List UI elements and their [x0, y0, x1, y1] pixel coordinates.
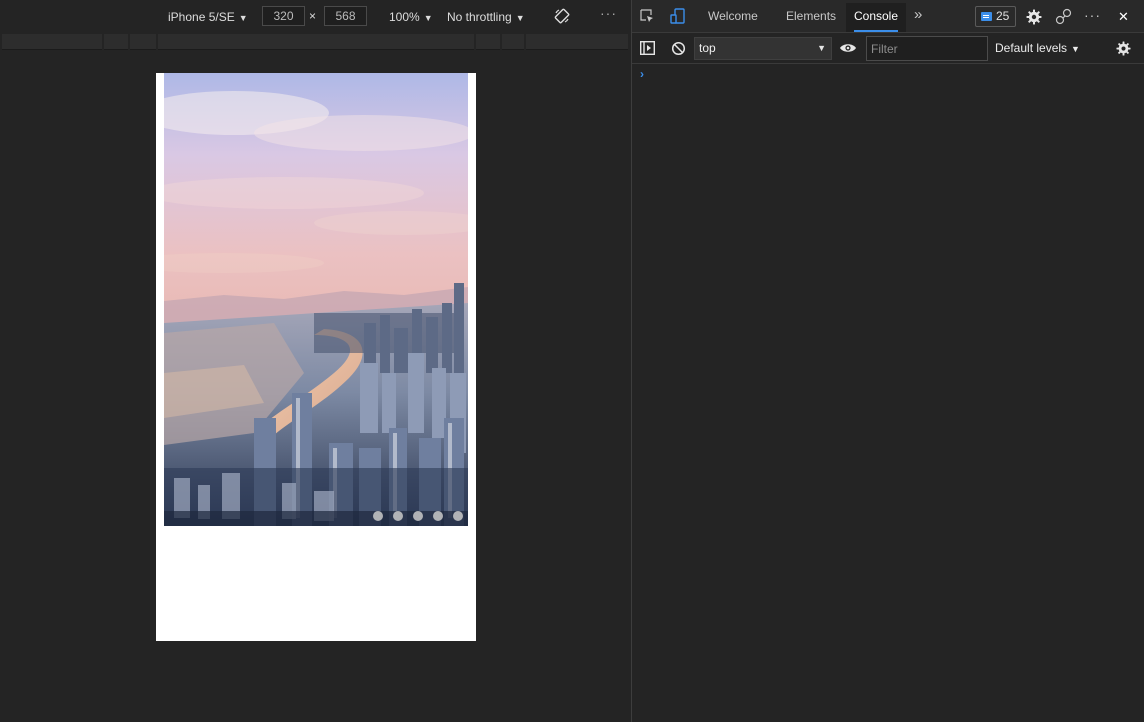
- issues-badge[interactable]: 25: [975, 6, 1016, 27]
- filter-input[interactable]: [866, 36, 988, 61]
- chevron-more-tabs-icon[interactable]: »: [914, 6, 922, 23]
- more-options-icon[interactable]: ···: [1084, 7, 1101, 23]
- height-input[interactable]: 568: [324, 6, 367, 26]
- zoom-caret-icon: ▼: [423, 13, 433, 23]
- tab-console-label: Console: [853, 9, 899, 23]
- ruler-segment[interactable]: [476, 34, 500, 50]
- connected-devices-icon[interactable]: [1055, 8, 1073, 25]
- active-tab-indicator: [854, 30, 898, 32]
- more-horizontal-icon[interactable]: ···: [600, 5, 617, 21]
- tab-elements[interactable]: Elements: [786, 9, 836, 23]
- device-name: iPhone 5/SE: [168, 10, 235, 24]
- city-skyline-photo: [164, 73, 468, 526]
- rotate-icon[interactable]: [554, 8, 570, 24]
- issues-message-icon: [981, 12, 992, 21]
- carousel-dot[interactable]: [453, 511, 463, 521]
- tab-console[interactable]: Console: [846, 3, 906, 32]
- sidebar-toggle-icon[interactable]: [640, 41, 655, 55]
- devtools-panel: Welcome Elements Console » 25 ··· ✕ top …: [632, 0, 1144, 722]
- ruler-segment[interactable]: [502, 34, 524, 50]
- clear-console-icon[interactable]: [671, 41, 686, 56]
- context-value: top: [699, 41, 716, 55]
- device-emulation-pane: iPhone 5/SE ▼ 320 × 568 100% ▼ No throttli…: [0, 0, 631, 722]
- carousel-dot[interactable]: [393, 511, 403, 521]
- media-query-ruler: [2, 34, 629, 50]
- device-caret-icon: ▼: [238, 13, 248, 23]
- issues-count: 25: [996, 9, 1010, 23]
- context-select[interactable]: top ▼: [694, 37, 832, 60]
- throttling-value: No throttling: [447, 10, 512, 24]
- carousel-dot[interactable]: [373, 511, 383, 521]
- tab-welcome[interactable]: Welcome: [708, 9, 758, 23]
- device-emulation-icon[interactable]: [670, 7, 686, 25]
- settings-gear-icon[interactable]: [1026, 9, 1042, 25]
- console-prompt-icon[interactable]: ›: [640, 67, 644, 81]
- carousel-dot[interactable]: [413, 511, 423, 521]
- zoom-select[interactable]: 100% ▼: [389, 8, 433, 26]
- throttling-select[interactable]: No throttling ▼: [447, 8, 525, 26]
- ruler-segment[interactable]: [526, 34, 628, 50]
- console-toolbar: top ▼ Default levels▼: [632, 33, 1144, 64]
- device-toolbar: iPhone 5/SE ▼ 320 × 568 100% ▼ No throttli…: [0, 0, 631, 33]
- ruler-segment[interactable]: [158, 34, 474, 50]
- inspect-element-icon[interactable]: [639, 8, 655, 24]
- throttling-caret-icon: ▼: [515, 13, 525, 23]
- log-levels-value: Default levels: [995, 41, 1068, 55]
- console-settings-gear-icon[interactable]: [1116, 41, 1131, 56]
- width-input[interactable]: 320: [262, 6, 305, 26]
- ruler-segment[interactable]: [2, 34, 102, 50]
- zoom-value: 100%: [389, 10, 420, 24]
- device-select[interactable]: iPhone 5/SE ▼: [168, 8, 248, 26]
- ruler-segment[interactable]: [104, 34, 128, 50]
- close-icon[interactable]: ✕: [1118, 9, 1129, 25]
- ruler-segment[interactable]: [130, 34, 156, 50]
- carousel-dots: [373, 511, 463, 521]
- dimension-times-icon: ×: [309, 9, 317, 23]
- carousel-dot[interactable]: [433, 511, 443, 521]
- image-carousel[interactable]: [164, 73, 468, 526]
- live-expression-eye-icon[interactable]: [839, 42, 857, 54]
- context-caret-icon: ▼: [817, 43, 826, 53]
- devtools-tabbar: Welcome Elements Console » 25 ··· ✕: [632, 0, 1144, 33]
- emulated-viewport: [156, 73, 476, 641]
- levels-caret-icon: ▼: [1071, 44, 1080, 54]
- log-levels-select[interactable]: Default levels ▼: [995, 41, 1080, 55]
